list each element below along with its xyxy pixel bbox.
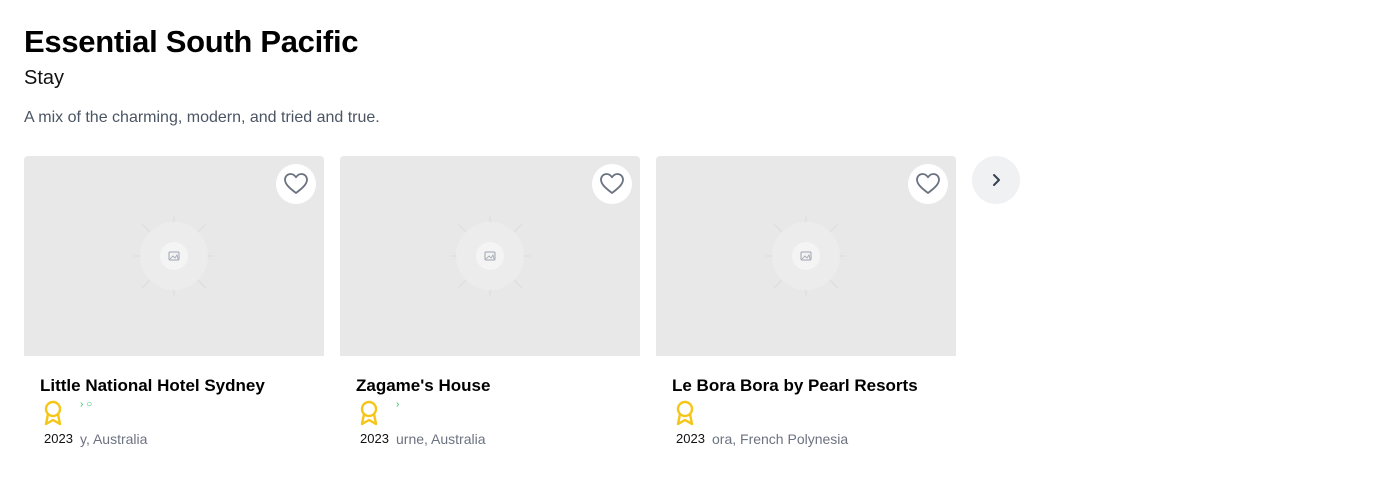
favorite-button[interactable]	[276, 164, 316, 204]
hotel-card[interactable]: Le Bora Bora by Pearl Resorts 2023 ora, …	[656, 156, 956, 456]
location-row: 2023 y, Australia	[40, 430, 300, 448]
hotel-title[interactable]: Little National Hotel Sydney	[40, 375, 265, 397]
award-year-badge: 2023	[356, 430, 393, 448]
hotel-image[interactable]	[24, 156, 324, 356]
rating-indicator: › ○	[80, 399, 93, 410]
favorite-button[interactable]	[908, 164, 948, 204]
rating-indicator: ›	[396, 399, 400, 410]
award-year-badge: 2023	[40, 430, 77, 448]
card-carousel: Little National Hotel Sydney › ○ 2023 y,…	[24, 156, 1024, 456]
hotel-location: ora, French Polynesia	[712, 431, 849, 447]
section-header: Essential South Pacific Stay A mix of th…	[24, 22, 1354, 128]
hotel-location: urne, Australia	[396, 431, 486, 447]
image-placeholder-icon	[766, 216, 846, 296]
hotel-title[interactable]: Le Bora Bora by Pearl Resorts	[672, 375, 918, 397]
favorite-button[interactable]	[592, 164, 632, 204]
carousel-next-button[interactable]	[972, 156, 1020, 204]
section-subtitle: Stay	[24, 67, 65, 89]
hotel-title[interactable]: Zagame's House	[356, 375, 490, 397]
section-description: A mix of the charming, modern, and tried…	[24, 109, 380, 126]
location-row: 2023 urne, Australia	[356, 430, 616, 448]
section-title: Essential South Pacific	[24, 24, 359, 59]
award-ribbon-icon	[676, 400, 694, 426]
award-year-badge: 2023	[672, 430, 709, 448]
award-ribbon-icon	[44, 400, 62, 426]
image-placeholder-icon	[450, 216, 530, 296]
hotel-location: y, Australia	[80, 431, 148, 447]
heart-outline-icon	[600, 173, 624, 194]
hotel-image[interactable]	[656, 156, 956, 356]
heart-outline-icon	[284, 173, 308, 194]
hotel-card[interactable]: Zagame's House › 2023 urne, Australia	[340, 156, 640, 456]
image-placeholder-icon	[134, 216, 214, 296]
award-ribbon-icon	[360, 400, 378, 426]
heart-outline-icon	[916, 173, 940, 194]
chevron-right-icon	[993, 174, 1000, 186]
location-row: 2023 ora, French Polynesia	[672, 430, 932, 448]
hotel-image[interactable]	[340, 156, 640, 356]
hotel-card[interactable]: Little National Hotel Sydney › ○ 2023 y,…	[24, 156, 324, 456]
